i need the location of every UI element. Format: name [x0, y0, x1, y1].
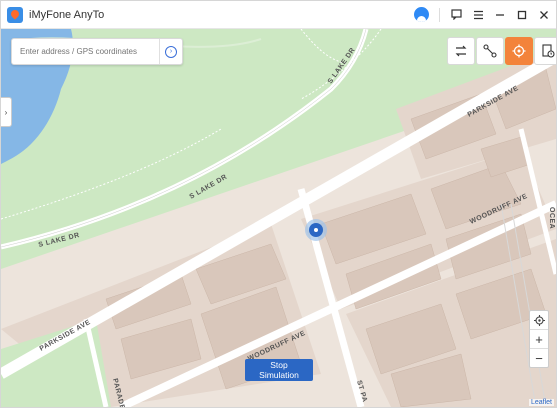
- stop-simulation-button[interactable]: Stop Simulation: [245, 359, 313, 381]
- history-button[interactable]: [534, 37, 556, 65]
- zoom-out-button[interactable]: −: [530, 349, 548, 367]
- zoom-in-button[interactable]: +: [530, 330, 548, 349]
- title-bar: iMyFone AnyTo: [1, 1, 556, 29]
- feedback-icon[interactable]: [450, 9, 462, 21]
- chevron-right-icon: ›: [4, 107, 8, 117]
- maximize-icon[interactable]: [516, 9, 528, 21]
- swap-arrows-icon: [455, 45, 467, 57]
- search-box: ›: [11, 38, 183, 65]
- app-window: iMyFone AnyTo PARKSIDE AVE PARKSIDE AVE …: [0, 0, 557, 408]
- arrow-right-icon: ›: [165, 45, 177, 58]
- route-icon: [483, 44, 497, 58]
- crosshair-icon: [512, 44, 526, 58]
- search-input[interactable]: [18, 46, 162, 57]
- two-spot-mode-button[interactable]: [447, 37, 475, 65]
- account-icon[interactable]: [414, 7, 429, 22]
- map-canvas[interactable]: PARKSIDE AVE PARKSIDE AVE S LAKE DR S LA…: [1, 29, 556, 407]
- zoom-control: + −: [529, 310, 549, 368]
- divider: [439, 7, 440, 22]
- target-icon: [533, 314, 545, 326]
- minimize-icon[interactable]: [494, 9, 506, 21]
- recenter-button[interactable]: [530, 311, 548, 330]
- search-go-button[interactable]: ›: [159, 39, 182, 64]
- title-bar-controls: [414, 1, 550, 28]
- sidebar-toggle-button[interactable]: ›: [1, 97, 12, 127]
- app-title: iMyFone AnyTo: [29, 8, 105, 21]
- close-icon[interactable]: [538, 9, 550, 21]
- multi-spot-mode-button[interactable]: [476, 37, 504, 65]
- plus-icon: +: [535, 331, 543, 347]
- teleport-mode-button[interactable]: [505, 37, 533, 65]
- mode-toolbar: [447, 37, 556, 65]
- app-logo-icon: [7, 6, 23, 23]
- location-marker-icon[interactable]: [305, 219, 327, 241]
- map-attribution-link[interactable]: Leaflet: [528, 399, 554, 406]
- minus-icon: −: [535, 350, 543, 366]
- street-label-ocean: OCEA: [548, 207, 555, 229]
- document-clock-icon: [542, 44, 555, 58]
- menu-icon[interactable]: [472, 9, 484, 21]
